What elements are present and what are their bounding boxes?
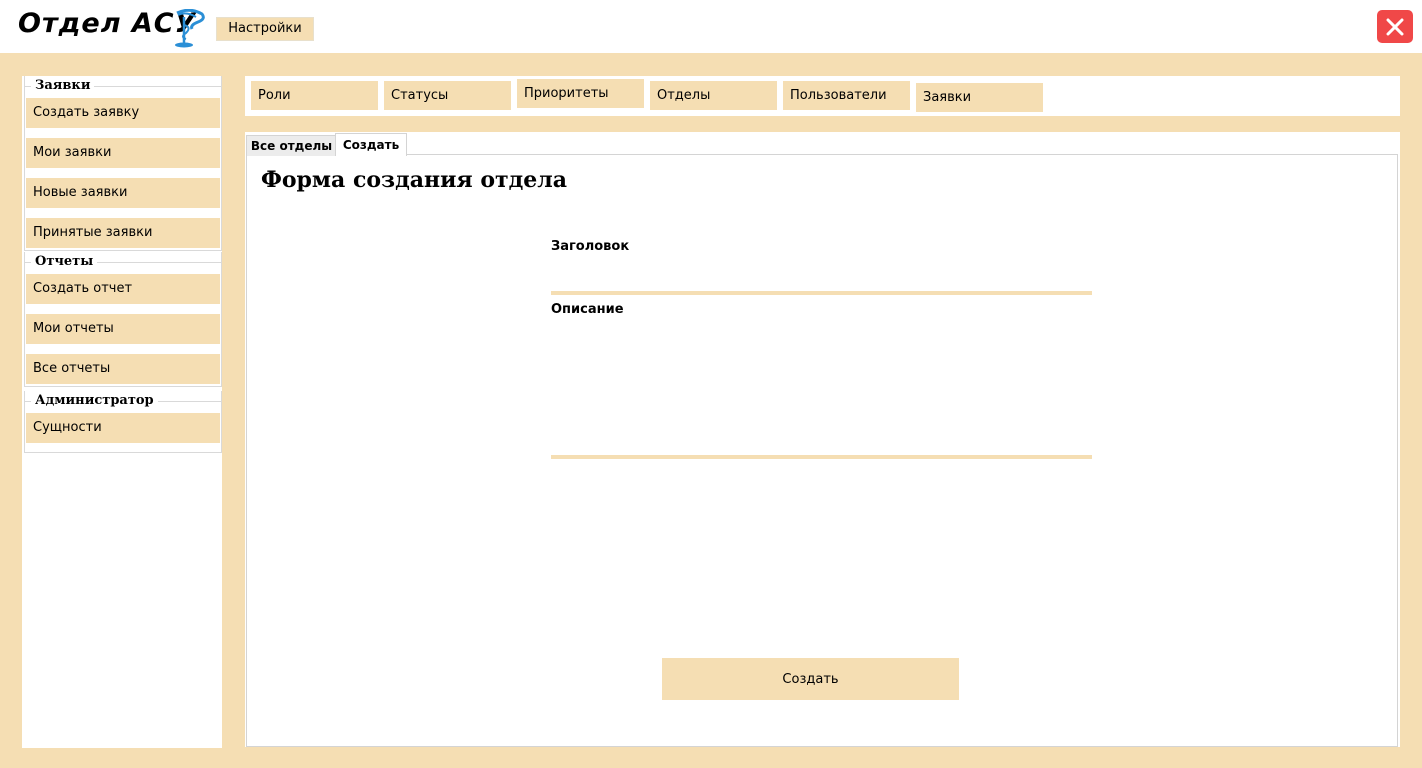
sidebar-item-create-request[interactable]: Создать заявку — [26, 98, 220, 128]
description-label: Описание — [551, 302, 624, 317]
sidebar-group-title: Отчеты — [31, 253, 98, 271]
sidebar-item-create-report[interactable]: Создать отчет — [26, 274, 220, 304]
caduceus-cup-icon — [172, 8, 208, 49]
title-input[interactable] — [551, 267, 1092, 295]
sidebar-group-requests: Заявки Создать заявку Мои заявки Новые з… — [24, 76, 222, 251]
app-title: Отдел АСУ — [18, 8, 197, 39]
content-area: Форма создания отдела Заголовок Описание… — [245, 132, 1400, 747]
nav-roles[interactable]: Роли — [251, 81, 378, 110]
sidebar-item-my-requests[interactable]: Мои заявки — [26, 138, 220, 168]
sidebar-item-all-reports[interactable]: Все отчеты — [26, 354, 220, 384]
nav-departments[interactable]: Отделы — [650, 81, 777, 110]
sidebar-group-admin: Администратор Сущности — [24, 391, 222, 453]
sidebar-item-entities[interactable]: Сущности — [26, 413, 220, 443]
create-button[interactable]: Создать — [662, 658, 959, 700]
nav-priorities[interactable]: Приоритеты — [517, 79, 644, 108]
sidebar-group-title: Администратор — [31, 392, 158, 410]
header-bar: Отдел АСУ Настройки — [0, 0, 1422, 53]
sidebar-item-my-reports[interactable]: Мои отчеты — [26, 314, 220, 344]
close-button[interactable] — [1377, 10, 1413, 43]
tab-panel: Форма создания отдела Заголовок Описание… — [246, 154, 1398, 747]
nav-statuses[interactable]: Статусы — [384, 81, 511, 110]
sidebar-item-new-requests[interactable]: Новые заявки — [26, 178, 220, 208]
sidebar: Заявки Создать заявку Мои заявки Новые з… — [22, 76, 222, 748]
nav-users[interactable]: Пользователи — [783, 81, 910, 110]
tab-all-departments[interactable]: Все отделы — [246, 135, 337, 156]
sidebar-item-accepted-requests[interactable]: Принятые заявки — [26, 218, 220, 248]
nav-requests[interactable]: Заявки — [916, 83, 1043, 112]
title-label: Заголовок — [551, 239, 630, 254]
tab-create[interactable]: Создать — [335, 133, 407, 156]
settings-button[interactable]: Настройки — [216, 17, 314, 41]
close-icon — [1386, 18, 1404, 36]
form-title: Форма создания отдела — [261, 167, 568, 193]
description-input[interactable] — [551, 331, 1092, 459]
sidebar-group-reports: Отчеты Создать отчет Мои отчеты Все отче… — [24, 252, 222, 387]
top-nav: Роли Статусы Приоритеты Отделы Пользоват… — [245, 76, 1400, 116]
sidebar-group-title: Заявки — [31, 77, 95, 95]
